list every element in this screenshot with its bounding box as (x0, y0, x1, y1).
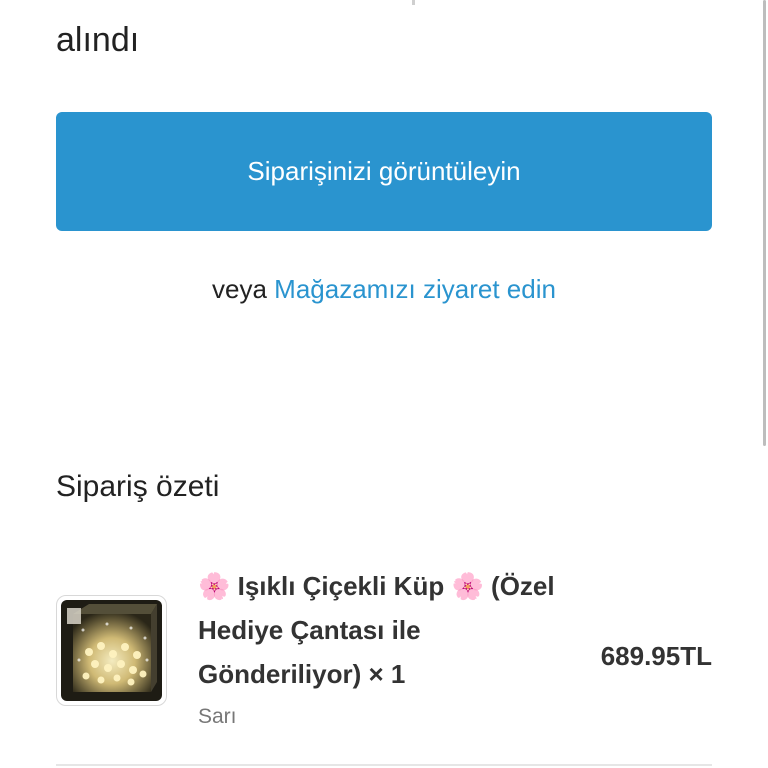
product-price: 689.95TL (600, 641, 712, 671)
divider-mark (412, 0, 415, 5)
scrollbar-thumb[interactable] (763, 0, 766, 446)
product-name: 🌸 Işıklı Çiçekli Küp 🌸 (Özel Hediye Çant… (198, 571, 555, 689)
alternative-action: veya Mağazamızı ziyaret edin (0, 271, 768, 307)
summary-divider (56, 764, 712, 766)
scrollbar[interactable] (762, 0, 768, 768)
or-text: veya (212, 274, 267, 304)
page-title: alındı (56, 21, 140, 59)
visit-store-link[interactable]: Mağazamızı ziyaret edin (274, 274, 556, 304)
product-image-icon (61, 600, 162, 701)
order-summary-title: Sipariş özeti (56, 470, 220, 503)
product-thumbnail (56, 595, 167, 706)
view-order-button[interactable]: Siparişinizi görüntüleyin (56, 112, 712, 231)
order-confirmation-page: alındı Siparişinizi görüntüleyin veya Ma… (0, 0, 768, 768)
view-order-button-label: Siparişinizi görüntüleyin (247, 156, 521, 186)
product-variant: Sarı (198, 705, 237, 728)
